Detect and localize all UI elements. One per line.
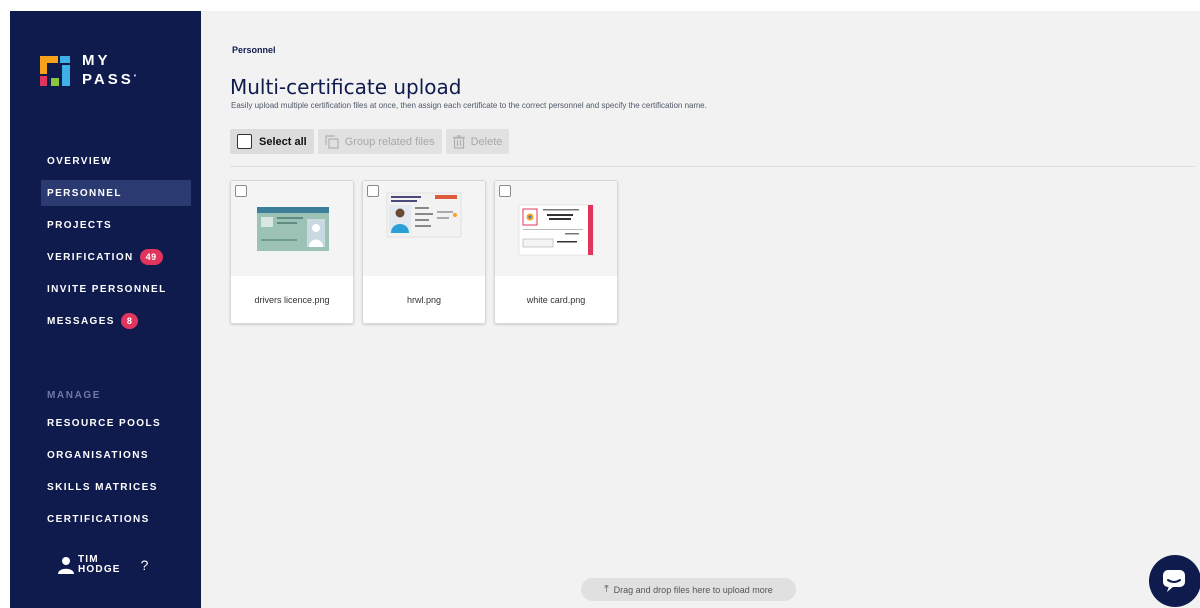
file-name: hrwl.png — [406, 295, 442, 305]
nav-personnel[interactable]: PERSONNEL — [41, 180, 191, 206]
dropzone-label: Drag and drop files here to upload more — [613, 584, 773, 595]
nav-skills-matrices[interactable]: SKILLS MATRICES — [10, 474, 201, 500]
nav-resource-pools[interactable]: RESOURCE POOLS — [10, 410, 201, 436]
mypass-logo[interactable]: MY PASS• — [40, 53, 139, 88]
file-checkbox[interactable] — [235, 185, 247, 197]
help-button[interactable]: ? — [141, 557, 149, 573]
group-files-icon — [325, 134, 339, 149]
top-strip — [0, 0, 1200, 11]
mypass-logo-icon — [40, 55, 70, 86]
delete-button[interactable]: Delete — [445, 129, 510, 154]
logo-line-2: PASS — [82, 71, 134, 88]
upload-icon: ⤒ — [604, 584, 609, 595]
file-card[interactable]: hrwl.png — [362, 180, 486, 324]
nav-label: ORGANISATIONS — [47, 449, 149, 461]
delete-label: Delete — [470, 135, 503, 148]
file-name: drivers licence.png — [254, 295, 330, 305]
nav-verification[interactable]: VERIFICATION 49 — [10, 244, 201, 270]
nav-organisations[interactable]: ORGANISATIONS — [10, 442, 201, 468]
logo-line-1: MY — [82, 52, 111, 69]
select-all-label: Select all — [259, 135, 307, 148]
group-files-label: Group related files — [344, 135, 435, 148]
chat-icon — [1163, 570, 1185, 592]
messages-count-badge: 8 — [120, 313, 139, 329]
nav-label: CERTIFICATIONS — [47, 513, 150, 524]
nav-label: MESSAGES — [47, 315, 115, 327]
file-thumbnail — [231, 181, 353, 276]
trash-icon — [452, 134, 465, 149]
logo-trademark-dot: • — [133, 73, 140, 80]
manage-section-label: MANAGE — [47, 390, 102, 401]
file-grid: drivers licence.png hrwl.png white card.… — [230, 180, 618, 324]
nav-invite-personnel[interactable]: INVITE PERSONNEL — [10, 276, 201, 302]
toolbar-divider — [230, 166, 1195, 167]
breadcrumb[interactable]: Personnel — [232, 45, 276, 55]
file-thumbnail — [363, 181, 485, 276]
verification-count-badge: 49 — [139, 249, 163, 265]
main-content: Personnel Multi-certificate upload Easil… — [201, 11, 1200, 608]
nav-label: INVITE PERSONNEL — [47, 283, 167, 295]
select-all-button[interactable]: Select all — [230, 129, 314, 154]
file-thumbnail — [495, 181, 617, 276]
user-menu[interactable]: TIM HODGE ? — [58, 555, 148, 575]
user-icon — [58, 556, 74, 574]
user-last-name: HODGE — [78, 564, 121, 575]
manage-nav: RESOURCE POOLS ORGANISATIONS SKILLS MATR… — [10, 410, 201, 524]
nav-label: RESOURCE POOLS — [47, 417, 162, 429]
nav-projects[interactable]: PROJECTS — [10, 212, 201, 238]
nav-label: SKILLS MATRICES — [47, 481, 158, 493]
page-title: Multi-certificate upload — [230, 75, 462, 99]
file-card[interactable]: drivers licence.png — [230, 180, 354, 324]
nav-label: VERIFICATION — [47, 251, 134, 263]
file-checkbox[interactable] — [367, 185, 379, 197]
main-nav: OVERVIEW PERSONNEL PROJECTS VERIFICATION… — [10, 148, 201, 340]
file-name: white card.png — [526, 295, 586, 305]
nav-messages[interactable]: MESSAGES 8 — [10, 308, 201, 334]
nav-certifications[interactable]: CERTIFICATIONS — [10, 506, 201, 524]
group-related-files-button[interactable]: Group related files — [317, 129, 442, 154]
toolbar: Select all Group related files Delete — [230, 129, 510, 154]
nav-overview[interactable]: OVERVIEW — [10, 148, 201, 174]
upload-dropzone[interactable]: ⤒ Drag and drop files here to upload mor… — [581, 578, 796, 601]
sidebar: MY PASS• OVERVIEW PERSONNEL PROJECTS VER… — [10, 11, 201, 608]
file-checkbox[interactable] — [499, 185, 511, 197]
nav-label: PROJECTS — [47, 219, 113, 231]
user-name: TIM HODGE — [78, 555, 121, 575]
chat-launcher-button[interactable] — [1149, 555, 1200, 607]
file-card[interactable]: white card.png — [494, 180, 618, 324]
page-subtitle: Easily upload multiple certification fil… — [231, 101, 707, 110]
nav-label: PERSONNEL — [47, 187, 122, 199]
select-all-checkbox[interactable] — [237, 134, 252, 149]
logo-text: MY PASS• — [82, 53, 139, 88]
nav-label: OVERVIEW — [47, 155, 112, 167]
